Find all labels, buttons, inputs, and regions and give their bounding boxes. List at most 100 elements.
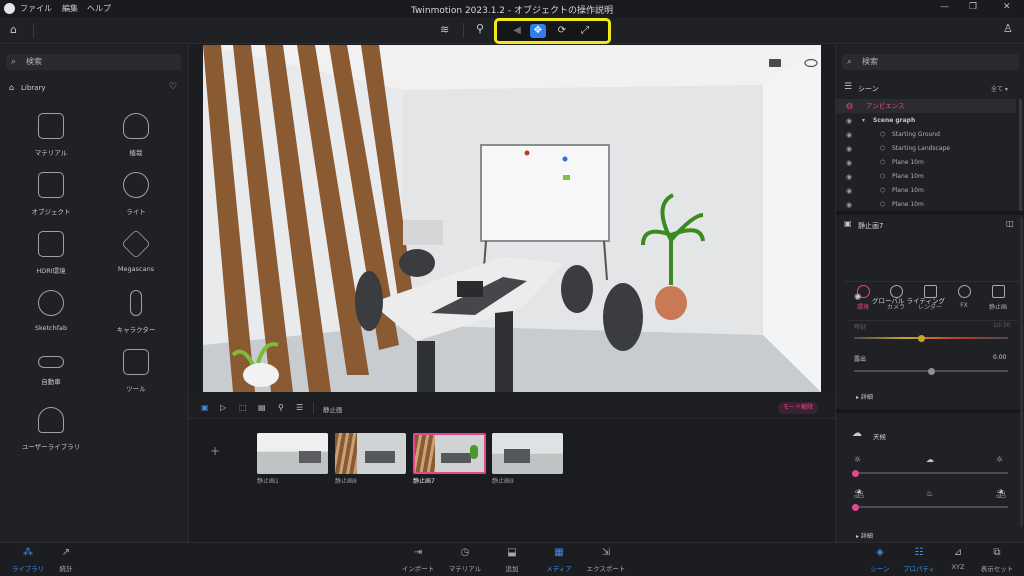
scene-filter-dropdown[interactable]: 全て ▾ [991,84,1008,93]
visibility-eye-icon[interactable]: ◉ [846,156,852,170]
add-box-icon: ⬓ [507,547,517,558]
nav-statistics[interactable]: ↗ 統計 [44,547,88,573]
visibility-eye-icon[interactable]: ◉ [846,128,852,142]
panorama-icon[interactable]: ⬚ [239,403,247,412]
library-item-vehicles[interactable]: 自動車 [11,349,91,386]
3d-viewport[interactable] [203,45,821,392]
list-icon[interactable]: ☰ [296,403,303,412]
tree-row-ambience[interactable]: ◍ アンビエンス [836,99,1016,113]
visibility-eye-icon[interactable]: ◉ [846,198,852,212]
exposure-slider-knob[interactable] [927,367,935,375]
library-search-input[interactable]: ⌕ 検索 [6,54,181,70]
nav-add[interactable]: ⬓ 追加 [490,547,534,573]
library-item-hdri[interactable]: HDRI環境 [11,231,91,275]
scale-icon[interactable]: ⤢ [577,24,593,38]
tree-row[interactable]: ◉ ⬡ Plane 10m [836,170,1016,184]
scene-filter-value: 全て [991,86,1004,93]
divider [836,409,1024,413]
nav-xyz[interactable]: ⊿ XYZ [936,547,980,571]
weather-slider-knob[interactable] [852,469,859,477]
still-camera-icon: ▣ [844,219,852,228]
details-expander-weather[interactable]: ▸ 詳細 [856,531,873,540]
selected-item-label: 静止画7 [858,222,884,230]
visibility-eye-icon[interactable]: ◉ [846,184,852,198]
presentation-icon[interactable]: ▤ [258,403,266,412]
thumbnail-still-7[interactable] [413,433,486,474]
expand-chevron-icon[interactable]: ▾ [862,114,865,128]
library-home-icon[interactable]: ⌂ [9,83,14,92]
tab-fx[interactable]: FX [949,285,979,309]
details-expander[interactable]: ▸ 詳細 [856,392,873,401]
time-slider-knob[interactable] [918,334,926,342]
nav-export[interactable]: ⇲ エクスポート [584,547,628,573]
library-item-characters[interactable]: キャラクター [96,290,176,334]
divider [33,23,34,38]
thumbnail-still-1[interactable] [257,433,328,474]
scene-search-input[interactable]: ⌕ 検索 [842,54,1019,70]
global-lighting-label: グローバル ライティング [872,297,945,305]
properties-scrollbar[interactable] [1020,217,1023,527]
thumbnail-still-9[interactable] [492,433,563,474]
tree-scrollbar[interactable] [1019,99,1022,211]
library-item-megascans[interactable]: Megascans [96,229,176,273]
minimize-icon[interactable]: — [940,2,949,12]
nav-material[interactable]: ◷ マテリアル [443,547,487,573]
hdri-image-icon [38,231,64,257]
walk-icon[interactable]: ⚲ [278,403,284,412]
thumbnail-still-8[interactable] [335,433,406,474]
video-icon[interactable]: ▷ [220,403,226,412]
properties-sliders-icon: ☷ [914,547,924,558]
restore-icon[interactable]: ❐ [969,2,977,12]
scene-graph-label: Scene graph [873,117,916,124]
library-item-lights[interactable]: ライト [96,172,176,216]
temperature-icon: ⛱ [854,489,865,498]
back-arrow-icon[interactable]: ◀ [509,24,525,38]
nav-properties[interactable]: ☷ プロパティ [897,547,941,573]
nav-import[interactable]: ⇥ インポート [396,547,440,573]
weather-slider[interactable] [852,469,1008,477]
tree-row[interactable]: ◉ ⬡ Plane 10m [836,184,1016,198]
rotate-icon[interactable]: ⟳ [554,24,570,38]
tab-still[interactable]: 静止画 [983,285,1013,311]
nav-display-set[interactable]: ⧉ 表示セット [975,547,1019,573]
season-slider-knob[interactable] [852,503,859,511]
tree-row-scene-graph[interactable]: ◉ ▾ Scene graph [836,114,1016,128]
library-item-vegetation[interactable]: 植栽 [96,113,176,157]
layers-icon[interactable]: ≋ [440,23,449,36]
visibility-eye-icon[interactable]: ◉ [846,170,852,184]
close-icon[interactable]: ✕ [1003,2,1011,12]
move-icon[interactable]: ✥ [530,24,546,38]
library-item-objects[interactable]: オブジェクト [11,172,91,216]
favorite-heart-icon[interactable]: ♡ [169,82,177,92]
season-slider[interactable] [852,503,1008,511]
exit-mode-button[interactable]: モード解除 [778,402,819,414]
tools-cube-icon [123,349,149,375]
thumbnail-label: 静止画1 [257,478,279,485]
add-media-icon[interactable]: + [210,444,220,458]
nav-scene[interactable]: ◈ シーン [858,547,902,573]
tree-row[interactable]: ◉ ⬡ Plane 10m [836,156,1016,170]
tree-row[interactable]: ◉ ⬡ Plane 10m [836,198,1016,212]
user-icon[interactable]: ♙ [1003,22,1013,35]
library-item-material[interactable]: マテリアル [11,113,91,157]
scene-list-icon: ☰ [844,82,853,92]
nav-media[interactable]: ▦ メディア [537,547,581,573]
material-swatch-icon [38,113,64,139]
import-icon: ⇥ [413,547,423,558]
panel-dock-icon[interactable]: ◫ [1006,219,1014,228]
library-item-tools[interactable]: ツール [96,349,176,393]
visibility-eye-icon[interactable]: ◉ [846,114,852,128]
car-icon [38,356,64,368]
home-icon[interactable]: ⌂ [10,23,17,36]
cube-icon: ⬡ [880,145,886,152]
library-item-sketchfab[interactable]: Sketchfab [11,290,91,332]
time-slider[interactable] [854,334,1008,342]
pipette-icon[interactable]: ⚲ [476,22,484,35]
tree-row[interactable]: ◉ ⬡ Starting Ground [836,128,1016,142]
transform-tool-group: ◀ ✥ ⟳ ⤢ [494,18,611,44]
still-image-icon[interactable]: ▣ [201,403,209,412]
visibility-eye-icon[interactable]: ◉ [846,142,852,156]
tree-row[interactable]: ◉ ⬡ Starting Landscape [836,142,1016,156]
library-item-user-library[interactable]: ユーザーライブラリ [11,407,91,451]
exposure-slider[interactable] [854,367,1008,375]
